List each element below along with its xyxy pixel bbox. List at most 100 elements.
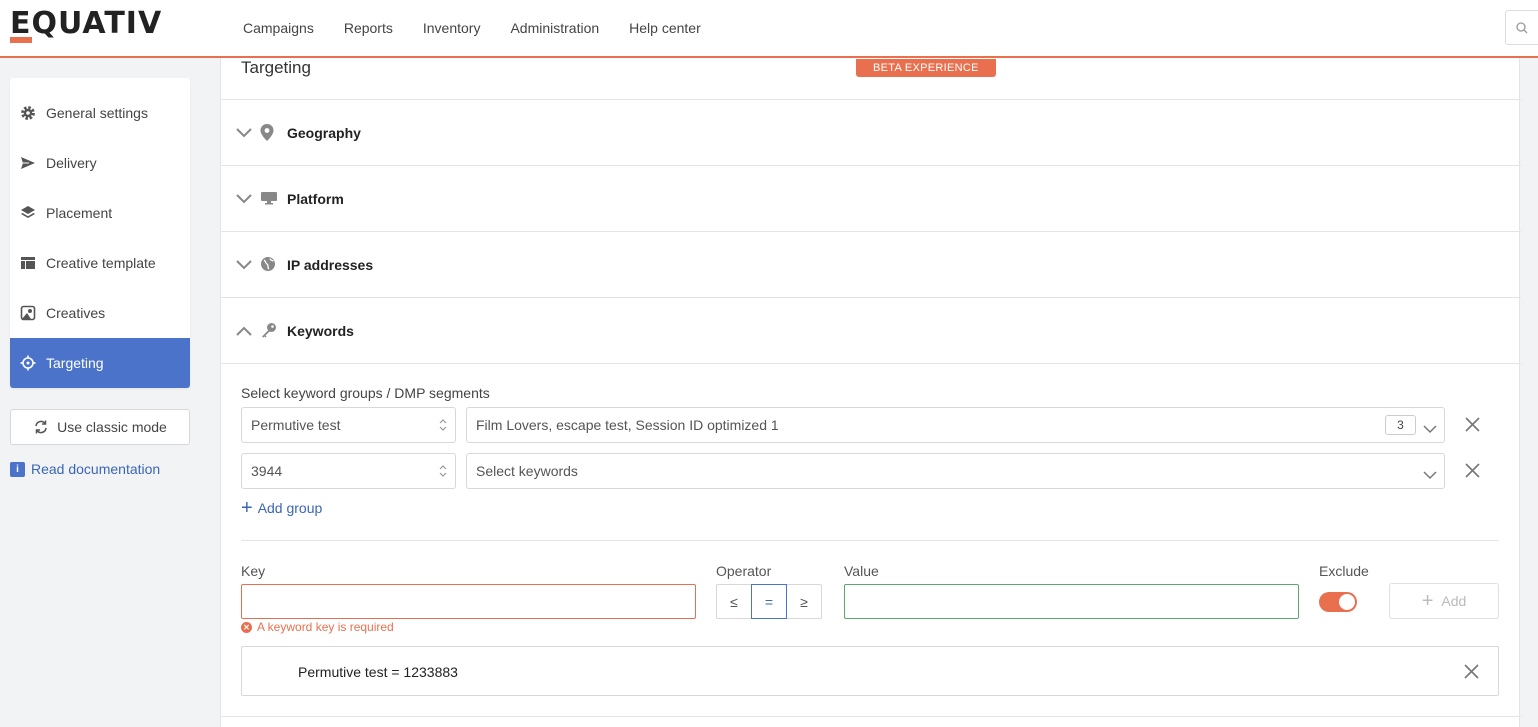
logo-accent-bar: [10, 37, 32, 43]
close-icon: [1464, 664, 1479, 679]
nav-reports[interactable]: Reports: [344, 20, 393, 36]
operator-eq-button[interactable]: =: [751, 584, 787, 619]
sidebar-item-creatives[interactable]: Creatives: [10, 288, 190, 338]
key-error-text: A keyword key is required: [257, 620, 394, 634]
section-label: IP addresses: [287, 256, 374, 273]
operator-label: Operator: [716, 563, 772, 579]
remove-group-button[interactable]: [1465, 417, 1480, 437]
keyword-count-badge: 3: [1385, 415, 1416, 435]
gear-icon: [19, 104, 37, 122]
keywords-select[interactable]: Select keywords: [466, 453, 1445, 489]
top-bar: EQUATIV Campaigns Reports Inventory Admi…: [0, 0, 1538, 58]
divider: [241, 540, 1499, 541]
layout-icon: [19, 254, 37, 272]
sidebar-item-targeting[interactable]: Targeting: [10, 338, 190, 388]
info-icon: i: [10, 461, 25, 477]
operator-gte-button[interactable]: ≥: [786, 584, 822, 619]
remove-group-button[interactable]: [1465, 463, 1480, 483]
globe-icon: [260, 256, 276, 277]
chevron-down-icon: [236, 125, 252, 143]
keywords-select-placeholder: Select keywords: [476, 463, 578, 479]
section-label: Geography: [287, 124, 361, 141]
chevron-down-icon: [1423, 421, 1437, 437]
crosshair-icon: [19, 354, 37, 372]
send-icon: [19, 154, 37, 172]
chevron-down-icon: [1423, 467, 1437, 483]
operator-lte-button[interactable]: ≤: [716, 584, 752, 619]
exclude-toggle[interactable]: [1319, 592, 1357, 612]
operator-selector: ≤ = ≥: [716, 584, 822, 619]
keyword-groups-label: Select keyword groups / DMP segments: [241, 385, 490, 401]
refresh-icon: [33, 419, 49, 435]
keywords-select[interactable]: Film Lovers, escape test, Session ID opt…: [466, 407, 1445, 443]
updown-icon: [439, 418, 447, 435]
search-button[interactable]: [1505, 10, 1538, 45]
key-label: Key: [241, 563, 266, 579]
layers-icon: [19, 204, 37, 222]
logo[interactable]: EQUATIV: [10, 6, 162, 41]
read-documentation-link[interactable]: i Read documentation: [10, 461, 160, 477]
section-label: Platform: [287, 190, 344, 207]
value-input[interactable]: [844, 584, 1299, 619]
keywords-select-value: Film Lovers, escape test, Session ID opt…: [476, 417, 779, 433]
nav-help-center[interactable]: Help center: [629, 20, 701, 36]
sidebar-item-label: Targeting: [46, 355, 104, 371]
plus-icon: +: [1421, 590, 1434, 612]
sidebar-item-general-settings[interactable]: General settings: [10, 88, 190, 138]
sidebar-item-placement[interactable]: Placement: [10, 188, 190, 238]
close-icon: [1465, 417, 1480, 432]
sidebar-item-delivery[interactable]: Delivery: [10, 138, 190, 188]
chevron-down-icon: [236, 191, 252, 209]
targeting-panel: Targeting BETA EXPERIENCE Geography Plat…: [220, 58, 1521, 727]
use-classic-mode-button[interactable]: Use classic mode: [10, 409, 190, 445]
main-nav: Campaigns Reports Inventory Administrati…: [243, 0, 731, 56]
key-input[interactable]: [241, 584, 696, 619]
section-platform[interactable]: Platform: [221, 165, 1521, 231]
beta-badge: BETA EXPERIENCE: [856, 59, 996, 77]
sidebar-item-label: Placement: [46, 205, 113, 221]
monitor-icon: [260, 190, 278, 211]
error-icon: ✕: [241, 621, 252, 633]
section-divider: [221, 716, 1521, 717]
remove-entry-button[interactable]: [1464, 664, 1479, 684]
section-label: Keywords: [287, 322, 354, 339]
section-divider: [221, 363, 1521, 364]
updown-icon: [439, 464, 447, 481]
value-label: Value: [844, 563, 879, 579]
segment-select[interactable]: 3944: [241, 453, 456, 489]
chevron-up-icon: [236, 323, 252, 341]
nav-administration[interactable]: Administration: [510, 20, 599, 36]
chevron-down-icon: [236, 257, 252, 275]
keyword-entry-text: Permutive test = 1233883: [298, 664, 458, 680]
key-error-message: ✕ A keyword key is required: [241, 620, 394, 634]
plus-icon: +: [241, 497, 253, 519]
section-geography[interactable]: Geography: [221, 99, 1521, 165]
sidebar-item-creative-template[interactable]: Creative template: [10, 238, 190, 288]
add-keyword-button[interactable]: + Add: [1389, 583, 1499, 619]
map-pin-icon: [260, 124, 274, 146]
add-group-label: Add group: [257, 500, 323, 516]
nav-inventory[interactable]: Inventory: [423, 20, 481, 36]
nav-campaigns[interactable]: Campaigns: [243, 20, 314, 36]
keyword-entry: Permutive test = 1233883: [241, 646, 1499, 696]
sidebar-item-label: Creatives: [46, 305, 106, 321]
sidebar: General settings Delivery Placement Crea…: [10, 78, 190, 388]
classic-mode-label: Use classic mode: [57, 419, 167, 435]
close-icon: [1465, 463, 1480, 478]
segment-select[interactable]: Permutive test: [241, 407, 456, 443]
section-keywords[interactable]: Keywords: [221, 297, 1521, 363]
page-title: Targeting: [241, 58, 311, 77]
documentation-label: Read documentation: [31, 461, 161, 477]
image-icon: [19, 304, 37, 322]
add-group-button[interactable]: + Add group: [241, 497, 323, 519]
section-ip-addresses[interactable]: IP addresses: [221, 231, 1521, 297]
segment-select-value: Permutive test: [251, 417, 341, 433]
exclude-label: Exclude: [1319, 563, 1369, 579]
segment-select-value: 3944: [251, 463, 283, 479]
add-button-label: Add: [1441, 593, 1467, 609]
sidebar-item-label: Creative template: [46, 255, 156, 271]
key-icon: [260, 322, 277, 343]
sidebar-item-label: General settings: [46, 105, 148, 121]
search-icon: [1516, 22, 1528, 34]
sidebar-item-label: Delivery: [46, 155, 97, 171]
